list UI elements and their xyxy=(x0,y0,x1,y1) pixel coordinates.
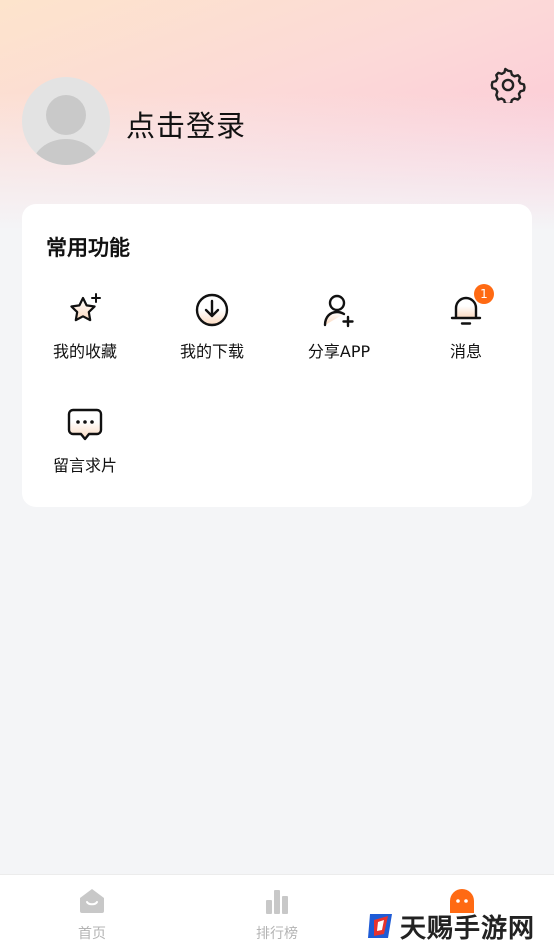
downloads-label: 我的下载 xyxy=(179,342,244,361)
watermark: 天赐手游网 xyxy=(366,908,535,944)
favorites-label: 我的收藏 xyxy=(52,342,117,361)
home-icon xyxy=(76,885,108,917)
watermark-logo-icon xyxy=(368,914,392,938)
tab-ranking[interactable]: 排行榜 xyxy=(217,875,337,952)
default-avatar-icon xyxy=(32,95,100,165)
tab-ranking-label: 排行榜 xyxy=(256,926,298,942)
common-functions-card: 常用功能 我的收藏 我的下载 分享APP 1 消息 留言求片 xyxy=(22,204,532,507)
favorites-button[interactable]: 我的收藏 xyxy=(35,290,135,370)
avatar[interactable] xyxy=(22,77,110,165)
settings-button[interactable] xyxy=(488,65,528,105)
tab-home-label: 首页 xyxy=(78,926,106,942)
download-icon xyxy=(192,290,232,330)
gear-icon xyxy=(490,67,526,103)
share-app-button[interactable]: 分享APP xyxy=(289,290,389,370)
watermark-text: 天赐手游网 xyxy=(400,913,536,944)
message-count-badge: 1 xyxy=(474,284,494,304)
bell-icon: 1 xyxy=(446,284,494,330)
downloads-button[interactable]: 我的下载 xyxy=(162,290,262,370)
login-label[interactable]: 点击登录 xyxy=(126,103,246,145)
star-sparkle-icon xyxy=(65,290,105,330)
tab-home[interactable]: 首页 xyxy=(32,875,152,952)
messages-label: 消息 xyxy=(449,342,482,361)
bar-chart-icon xyxy=(261,885,293,917)
request-movie-label: 留言求片 xyxy=(52,456,117,475)
add-user-icon xyxy=(319,290,359,330)
messages-button[interactable]: 1 消息 xyxy=(416,284,516,370)
request-movie-button[interactable]: 留言求片 xyxy=(35,404,135,484)
message-bubble-icon xyxy=(65,404,105,444)
card-title: 常用功能 xyxy=(46,236,130,260)
share-app-label: 分享APP xyxy=(307,342,371,361)
